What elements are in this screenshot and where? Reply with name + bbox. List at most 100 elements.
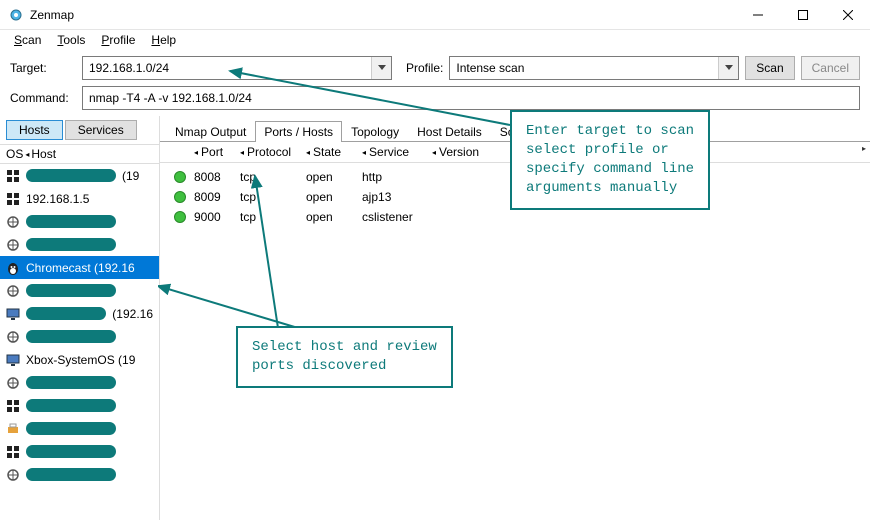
col-protocol[interactable]: ◂Protocol bbox=[238, 145, 304, 159]
redacted-hostname bbox=[26, 307, 106, 320]
col-port[interactable]: ◂Port bbox=[192, 145, 238, 159]
tab-hosts[interactable]: Hosts bbox=[6, 120, 63, 140]
redacted-hostname bbox=[26, 215, 116, 228]
target-row: Target: Profile: Scan Cancel bbox=[0, 50, 870, 86]
host-row[interactable] bbox=[0, 325, 159, 348]
col-host: Host bbox=[31, 147, 56, 161]
cell-state: open bbox=[306, 170, 362, 184]
host-row[interactable] bbox=[0, 279, 159, 302]
redacted-hostname bbox=[26, 422, 116, 435]
redacted-hostname bbox=[26, 468, 116, 481]
host-label: (19 bbox=[122, 169, 139, 183]
scroll-right-icon[interactable]: ▸ bbox=[862, 144, 866, 153]
host-list-header[interactable]: OS ◂ Host bbox=[0, 144, 159, 164]
cell-service: ajp13 bbox=[362, 190, 432, 204]
col-service[interactable]: ◂Service bbox=[360, 145, 430, 159]
redacted-hostname bbox=[26, 376, 116, 389]
cell-state: open bbox=[306, 210, 362, 224]
tab-topology[interactable]: Topology bbox=[342, 121, 408, 142]
cell-port: 9000 bbox=[194, 210, 240, 224]
host-row[interactable] bbox=[0, 210, 159, 233]
sidebar-tabs: Hosts Services bbox=[0, 116, 159, 144]
cell-port: 8008 bbox=[194, 170, 240, 184]
maximize-button[interactable] bbox=[780, 0, 825, 30]
host-row[interactable]: 192.168.1.5 bbox=[0, 187, 159, 210]
host-label: Chromecast (192.16 bbox=[26, 261, 135, 275]
command-input[interactable] bbox=[82, 86, 860, 110]
annotation-top: Enter target to scan select profile or s… bbox=[510, 110, 710, 210]
window-controls bbox=[735, 0, 870, 30]
host-row[interactable] bbox=[0, 440, 159, 463]
redacted-hostname bbox=[26, 399, 116, 412]
menubar: Scan Tools Profile Help bbox=[0, 30, 870, 50]
titlebar: Zenmap bbox=[0, 0, 870, 30]
close-button[interactable] bbox=[825, 0, 870, 30]
menu-profile[interactable]: Profile bbox=[95, 31, 141, 49]
prn-icon bbox=[6, 422, 20, 436]
host-row[interactable]: Xbox-SystemOS (19 bbox=[0, 348, 159, 371]
cancel-button: Cancel bbox=[801, 56, 860, 80]
target-combo[interactable] bbox=[82, 56, 392, 80]
host-row[interactable] bbox=[0, 233, 159, 256]
win-icon bbox=[6, 169, 20, 183]
command-label: Command: bbox=[10, 91, 76, 105]
status-open-icon bbox=[174, 211, 186, 223]
host-row[interactable] bbox=[0, 371, 159, 394]
target-label: Target: bbox=[10, 61, 76, 75]
host-list[interactable]: (19 192.168.1.5 Chromecast (192.16 (192.16 X… bbox=[0, 164, 159, 520]
sidebar: Hosts Services OS ◂ Host (19 192.168.1.5 C… bbox=[0, 116, 160, 520]
win-icon bbox=[6, 399, 20, 413]
tab-services[interactable]: Services bbox=[65, 120, 137, 140]
profile-combo[interactable] bbox=[449, 56, 739, 80]
redacted-hostname bbox=[26, 169, 116, 182]
redacted-hostname bbox=[26, 445, 116, 458]
host-row[interactable] bbox=[0, 394, 159, 417]
sort-arrow-icon: ◂ bbox=[25, 150, 29, 159]
profile-input[interactable] bbox=[450, 57, 718, 79]
host-row[interactable]: Chromecast (192.16 bbox=[0, 256, 159, 279]
redacted-hostname bbox=[26, 330, 116, 343]
host-row[interactable]: (19 bbox=[0, 164, 159, 187]
status-open-icon bbox=[174, 171, 186, 183]
col-state[interactable]: ◂State bbox=[304, 145, 360, 159]
host-row[interactable] bbox=[0, 463, 159, 486]
profile-dropdown-icon[interactable] bbox=[718, 57, 738, 79]
host-row[interactable]: (192.16 bbox=[0, 302, 159, 325]
col-os: OS bbox=[6, 147, 23, 161]
host-row[interactable] bbox=[0, 417, 159, 440]
tab-nmap-output[interactable]: Nmap Output bbox=[166, 121, 255, 142]
cell-protocol: tcp bbox=[240, 190, 306, 204]
gen-icon bbox=[6, 330, 20, 344]
menu-help[interactable]: Help bbox=[145, 31, 182, 49]
port-row[interactable]: 9000tcpopencslistener bbox=[166, 207, 864, 227]
tab-ports-hosts[interactable]: Ports / Hosts bbox=[255, 121, 342, 142]
cell-state: open bbox=[306, 190, 362, 204]
cell-protocol: tcp bbox=[240, 170, 306, 184]
main-area: Hosts Services OS ◂ Host (19 192.168.1.5 C… bbox=[0, 116, 870, 520]
menu-scan[interactable]: Scan bbox=[8, 31, 47, 49]
tux-icon bbox=[6, 261, 20, 275]
target-dropdown-icon[interactable] bbox=[371, 57, 391, 79]
minimize-button[interactable] bbox=[735, 0, 780, 30]
app-icon bbox=[8, 7, 24, 23]
gen-icon bbox=[6, 238, 20, 252]
menu-tools[interactable]: Tools bbox=[51, 31, 91, 49]
gen-icon bbox=[6, 376, 20, 390]
gen-icon bbox=[6, 284, 20, 298]
gen-icon bbox=[6, 468, 20, 482]
host-label: 192.168.1.5 bbox=[26, 192, 89, 206]
scan-button[interactable]: Scan bbox=[745, 56, 794, 80]
window-title: Zenmap bbox=[30, 8, 74, 22]
cell-service: cslistener bbox=[362, 210, 432, 224]
tab-host-details[interactable]: Host Details bbox=[408, 121, 491, 142]
win-icon bbox=[6, 192, 20, 206]
host-label: (192.16 bbox=[112, 307, 153, 321]
command-row: Command: bbox=[0, 86, 870, 116]
profile-label: Profile: bbox=[406, 61, 443, 75]
target-input[interactable] bbox=[83, 57, 371, 79]
cell-service: http bbox=[362, 170, 432, 184]
status-open-icon bbox=[174, 191, 186, 203]
host-label: Xbox-SystemOS (19 bbox=[26, 353, 135, 367]
win-icon bbox=[6, 445, 20, 459]
mon-icon bbox=[6, 307, 20, 321]
